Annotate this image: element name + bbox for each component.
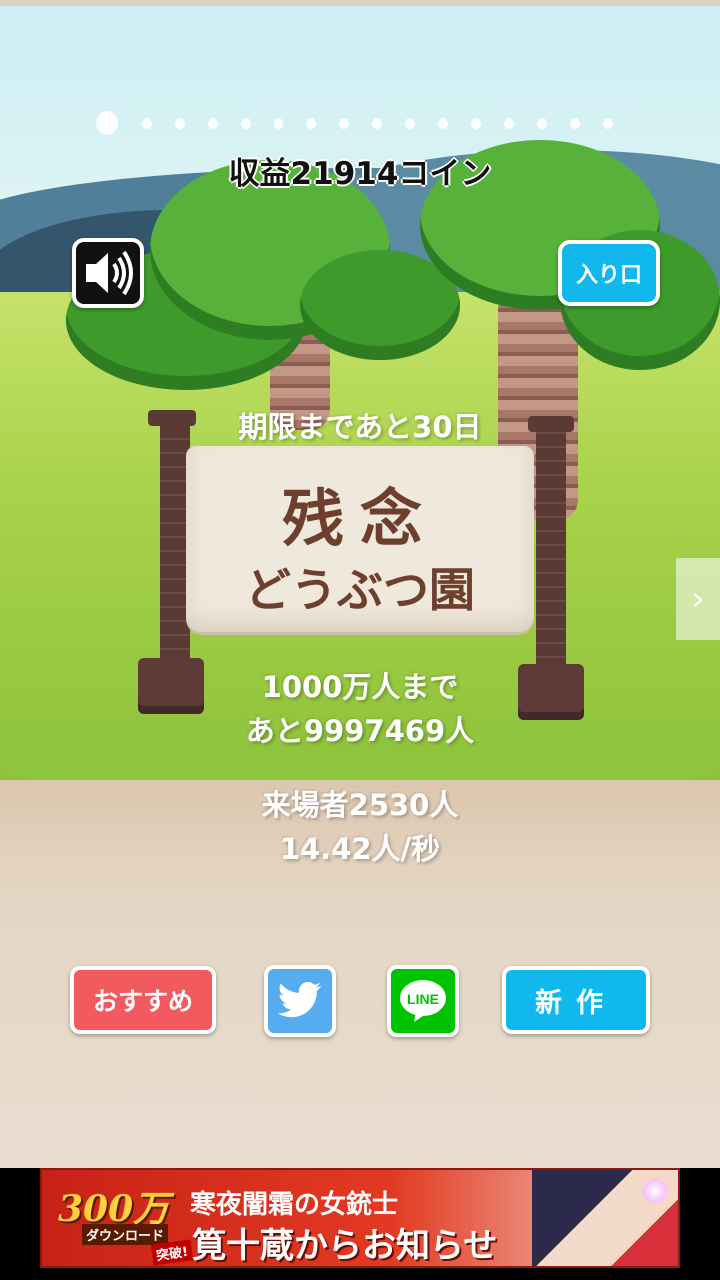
page-dot [174,117,185,129]
zoo-title-line1: 残念 [281,482,438,555]
sign-post-right [536,420,566,670]
page-dot [207,117,218,129]
entrance-button[interactable]: 入り口 [558,240,660,306]
twitter-bird-icon [277,982,322,1018]
page-dot [570,117,581,129]
top-border [0,0,720,6]
visitor-rate: 14.42人/秒 [279,832,441,866]
sparkle-icon [642,1178,668,1204]
page-dot [141,117,152,129]
line-bubble-icon: LINE [400,980,446,1022]
recommend-button[interactable]: おすすめ [70,966,216,1034]
speaker-icon [86,250,133,296]
page-dot [603,117,614,129]
ad-download-badge: 300万 ダウンロード 突破! [52,1176,212,1266]
page-dot [405,117,416,129]
ad-badge-label: ダウンロード [82,1224,169,1245]
ad-headline: 寒夜闇霜の女銃士 [190,1190,399,1220]
page-dot [438,117,449,129]
page-dot [471,117,482,129]
next-page-button[interactable]: › [676,558,720,640]
line-share-button[interactable]: LINE [387,965,459,1037]
new-work-button[interactable]: 新作 [502,966,650,1034]
page-dot [504,117,515,129]
ad-banner[interactable]: 300万 ダウンロード 突破! 寒夜闇霜の女銃士 筧十蔵からお知らせ [40,1168,680,1268]
ad-subheadline: 筧十蔵からお知らせ [192,1226,498,1266]
ad-badge-ribbon: 突破! [150,1239,194,1266]
page-dot-active [96,111,118,135]
page-dot [372,117,383,129]
chevron-right-icon: › [691,579,705,619]
zoo-sign-banner: 残念 どうぶつ園 [186,446,534,632]
game-scene: 収益21914コイン 入り口 期限まであと30日 残念 どうぶつ園 › 1000… [0,0,720,1168]
sound-toggle-button[interactable] [72,238,144,308]
zoo-title-line2: どうぶつ園 [245,563,475,617]
page-indicator [96,110,636,136]
visitor-count: 来場者2530人 [261,788,459,822]
page-dot [306,117,317,129]
deadline-text: 期限まであと30日 [238,410,482,444]
line-logo-text: LINE [407,991,439,1007]
page-dot [537,117,548,129]
page-dot [273,117,284,129]
page-dot [240,117,251,129]
goal-text: 1000万人まで [261,670,459,704]
twitter-share-button[interactable] [264,965,336,1037]
page-dot [339,117,350,129]
profit-coins: 収益21914コイン [228,156,492,192]
goal-remaining: あと9997469人 [245,714,475,748]
